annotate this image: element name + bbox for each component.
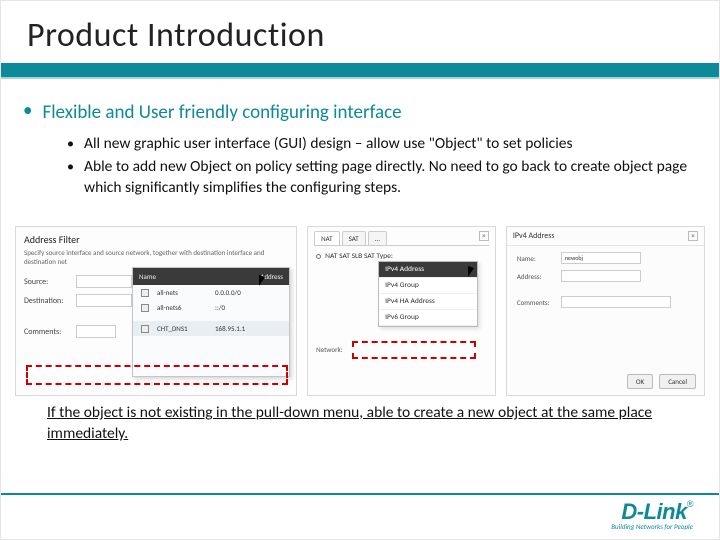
- dest-interface-field[interactable]: [76, 294, 132, 307]
- panel-title: Address Filter: [16, 227, 296, 248]
- bullet1-text: Flexible and User friendly configuring i…: [42, 101, 401, 124]
- tab-nat[interactable]: NAT: [314, 231, 339, 245]
- caption-text: If the object is not existing in the pul…: [47, 403, 673, 445]
- tab-more[interactable]: ...: [368, 231, 387, 245]
- object-icon: [141, 304, 149, 312]
- comments-input[interactable]: [561, 296, 671, 308]
- col-name: Name: [139, 272, 156, 281]
- dropdown-item[interactable]: IPv6 Group: [379, 310, 477, 326]
- sub-bullet-text: All new graphic user interface (GUI) des…: [84, 134, 573, 155]
- cancel-button[interactable]: Cancel: [659, 374, 696, 389]
- obj-name: all-nets: [157, 288, 207, 297]
- object-icon: [141, 289, 149, 297]
- screenshot-nat-sat: NAT SAT ... × NAT SAT SLB SAT Type: IPv4…: [307, 226, 496, 396]
- dialog: IPv4 Address × Name: newobj Address: Com…: [507, 227, 704, 395]
- dialog-buttons: OK Cancel: [627, 374, 696, 389]
- footer-accent: [1, 493, 719, 495]
- highlight-box: [26, 365, 288, 385]
- bullet-dot-icon: •: [67, 157, 74, 199]
- ok-button[interactable]: OK: [627, 374, 653, 389]
- label-name: Name:: [517, 254, 553, 263]
- brand-text: D-Link: [621, 499, 686, 524]
- slide-title: Product Introduction: [1, 1, 719, 56]
- dialog-title: IPv4 Address: [513, 231, 555, 241]
- popup-row[interactable]: all-nets 0.0.0.0/0: [133, 285, 289, 300]
- brand-logo: D-Link® Building Networks for People: [611, 499, 693, 531]
- registered-icon: ®: [687, 499, 693, 509]
- bullet-level2: • Able to add new Object on policy setti…: [67, 157, 689, 199]
- form-row: Comments:: [517, 296, 694, 308]
- screenshot-address-filter: Address Filter Specify source interface …: [15, 226, 297, 396]
- form-row: Address:: [517, 270, 694, 282]
- obj-addr: 168.95.1.1: [215, 324, 245, 333]
- tab-bar: NAT SAT ... ×: [308, 227, 495, 245]
- popup-row[interactable]: all-nets6 ::/0: [133, 300, 289, 315]
- brand-tagline: Building Networks for People: [611, 522, 693, 531]
- address-input[interactable]: [561, 270, 641, 282]
- dropdown-item-selected[interactable]: IPv4 Address: [379, 262, 477, 278]
- label-network: Network:: [316, 345, 342, 354]
- bullet-level2: • All new graphic user interface (GUI) d…: [67, 134, 689, 155]
- setting-line: NAT SAT SLB SAT Type:: [308, 246, 495, 261]
- label-destination: Destination:: [24, 296, 70, 306]
- popup-row-highlighted[interactable]: CHT_DNS1 168.95.1.1: [133, 321, 289, 336]
- type-dropdown: IPv4 Address IPv4 Group IPv4 HA Address …: [378, 261, 478, 327]
- radio-icon[interactable]: [316, 254, 321, 259]
- sub-bullet-text: Able to add new Object on policy setting…: [84, 157, 689, 199]
- bullet-level1: • Flexible and User friendly configuring…: [23, 101, 689, 124]
- object-icon: [141, 325, 149, 333]
- slide: Product Introduction • Flexible and User…: [0, 0, 720, 540]
- label-address: Address:: [517, 272, 553, 281]
- close-icon[interactable]: ×: [688, 231, 698, 241]
- object-dropdown-popup: Name Address all-nets 0.0.0.0/0 all-nets…: [132, 267, 290, 377]
- obj-addr: 0.0.0.0/0: [215, 288, 241, 297]
- comments-field[interactable]: [76, 325, 116, 338]
- obj-addr: ::/0: [215, 303, 225, 312]
- title-bar: Product Introduction: [1, 1, 719, 79]
- screenshot-row: Address Filter Specify source interface …: [15, 226, 705, 396]
- bullet-dot-icon: •: [23, 101, 32, 124]
- form-row: Name: newobj: [517, 252, 694, 264]
- dialog-header: IPv4 Address ×: [507, 227, 704, 246]
- body-content: • Flexible and User friendly configuring…: [23, 101, 689, 201]
- bullet-dot-icon: •: [67, 134, 74, 155]
- accent-bar: [1, 63, 719, 77]
- obj-name: all-nets6: [157, 303, 207, 312]
- dialog-form: Name: newobj Address: Comments:: [507, 246, 704, 320]
- screenshot-new-object-dialog: IPv4 Address × Name: newobj Address: Com…: [506, 226, 705, 396]
- tab-sat[interactable]: SAT: [342, 231, 366, 245]
- obj-name: CHT_DNS1: [157, 324, 207, 333]
- label-comments: Comments:: [517, 298, 553, 307]
- dropdown-item[interactable]: IPv4 HA Address: [379, 294, 477, 310]
- popup-header: Name Address: [133, 268, 289, 285]
- source-interface-field[interactable]: [76, 275, 132, 288]
- highlight-box: [352, 341, 476, 359]
- label-comments: Comments:: [24, 327, 70, 337]
- name-input[interactable]: newobj: [561, 252, 641, 264]
- name-value: newobj: [565, 254, 583, 262]
- col-address: Address: [260, 272, 283, 281]
- label-source: Source:: [24, 277, 70, 287]
- close-icon[interactable]: ×: [479, 231, 489, 241]
- setting-label: NAT SAT SLB SAT Type:: [325, 252, 393, 261]
- dropdown-item[interactable]: IPv4 Group: [379, 278, 477, 294]
